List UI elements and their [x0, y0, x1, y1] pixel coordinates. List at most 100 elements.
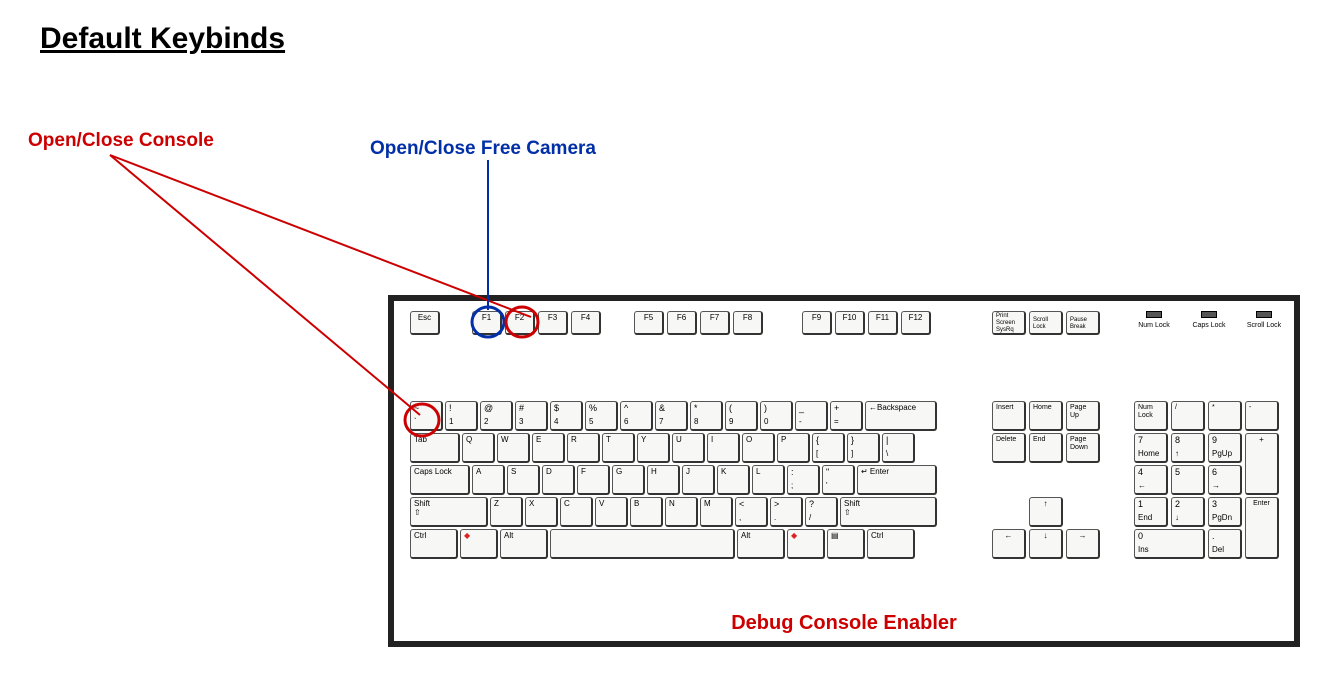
key-f5: F5: [634, 311, 664, 335]
key-shift-left: Shift⇧: [410, 497, 488, 527]
key-f7: F7: [700, 311, 730, 335]
key-punct-0: <,: [735, 497, 768, 527]
key-np-r2-1: 8↑: [1171, 433, 1205, 463]
key-f4: F4: [571, 311, 601, 335]
footer-caption: Debug Console Enabler: [394, 612, 1294, 635]
key-bottom-5: ◆: [787, 529, 825, 559]
key-num-4: $4: [550, 401, 583, 431]
key-np-enter: Enter: [1245, 497, 1279, 559]
key-f1: F1: [472, 311, 502, 335]
key-punct-2: ?/: [805, 497, 838, 527]
key-num-12: +=: [830, 401, 863, 431]
key-f2: F2: [505, 311, 535, 335]
key-x: X: [525, 497, 558, 527]
key-z: Z: [490, 497, 523, 527]
key-bracket-2: |\: [882, 433, 915, 463]
key-c: C: [560, 497, 593, 527]
key-sys-0: PrintScreenSysRq: [992, 311, 1026, 335]
key-np-r3-2: 6→: [1208, 465, 1242, 495]
page-title: Default Keybinds: [40, 22, 285, 56]
key-semi-0: :;: [787, 465, 820, 495]
key-punct-1: >.: [770, 497, 803, 527]
key-num-8: *8: [690, 401, 723, 431]
key-np-r1-0: Num Lock: [1134, 401, 1168, 431]
key-o: O: [742, 433, 775, 463]
key-num-6: ^6: [620, 401, 653, 431]
key-bracket-1: }]: [847, 433, 880, 463]
key-w: W: [497, 433, 530, 463]
key-np-0: 0Ins: [1134, 529, 1205, 559]
key-num-2: @2: [480, 401, 513, 431]
key-num-10: )0: [760, 401, 793, 431]
key-p: P: [777, 433, 810, 463]
key-np-r4-2: 3PgDn: [1208, 497, 1242, 527]
key-np-r1-2: *: [1208, 401, 1242, 431]
key-bottom-4: Alt: [737, 529, 785, 559]
key-f8: F8: [733, 311, 763, 335]
key-num-11: _-: [795, 401, 828, 431]
key-delete: Delete: [992, 433, 1026, 463]
key-arrow-down: ↓: [1029, 529, 1063, 559]
key-sys-2: PauseBreak: [1066, 311, 1100, 335]
key-bottom-2: Alt: [500, 529, 548, 559]
key-f9: F9: [802, 311, 832, 335]
key-d: D: [542, 465, 575, 495]
key-arrow-up: ↑: [1029, 497, 1063, 527]
key-tab: Tab: [410, 433, 460, 463]
key-f: F: [577, 465, 610, 495]
key-bottom-1: ◆: [460, 529, 498, 559]
key-j: J: [682, 465, 715, 495]
key-g: G: [612, 465, 645, 495]
key-capslock: Caps Lock: [410, 465, 470, 495]
key-v: V: [595, 497, 628, 527]
key-bracket-0: {[: [812, 433, 845, 463]
key-end: End: [1029, 433, 1063, 463]
key-np-plus: +: [1245, 433, 1279, 495]
key-r: R: [567, 433, 600, 463]
keyboard-frame: Debug Console Enabler EscF1F2F3F4F5F6F7F…: [388, 295, 1300, 647]
key-m: M: [700, 497, 733, 527]
key-e: E: [532, 433, 565, 463]
key-np-r4-0: 1End: [1134, 497, 1168, 527]
key-page-up: PageUp: [1066, 401, 1100, 431]
key-f6: F6: [667, 311, 697, 335]
key-y: Y: [637, 433, 670, 463]
key-num-1: !1: [445, 401, 478, 431]
indicator-scroll-lock: Scroll Lock: [1244, 311, 1284, 330]
key-np-r1-3: -: [1245, 401, 1279, 431]
label-open-close-console: Open/Close Console: [28, 130, 214, 152]
key-num-5: %5: [585, 401, 618, 431]
key-esc: Esc: [410, 311, 440, 335]
key-semi-1: "': [822, 465, 855, 495]
key-page-down: PageDown: [1066, 433, 1100, 463]
key-np-r4-1: 2↓: [1171, 497, 1205, 527]
indicator-caps-lock: Caps Lock: [1189, 311, 1229, 330]
key-bottom-0: Ctrl: [410, 529, 458, 559]
key-np-dot: .Del: [1208, 529, 1242, 559]
key-np-r2-2: 9PgUp: [1208, 433, 1242, 463]
label-open-close-camera: Open/Close Free Camera: [370, 138, 596, 160]
key-home: Home: [1029, 401, 1063, 431]
key-np-r1-1: /: [1171, 401, 1205, 431]
key-bottom-3: [550, 529, 735, 559]
indicator-num-lock: Num Lock: [1134, 311, 1174, 330]
key-shift-right: Shift⇧: [840, 497, 937, 527]
key-bottom-7: Ctrl: [867, 529, 915, 559]
key-l: L: [752, 465, 785, 495]
key-f10: F10: [835, 311, 865, 335]
key-num-9: (9: [725, 401, 758, 431]
key-k: K: [717, 465, 750, 495]
key-f12: F12: [901, 311, 931, 335]
key-u: U: [672, 433, 705, 463]
key-np-r2-0: 7Home: [1134, 433, 1168, 463]
key-num-3: #3: [515, 401, 548, 431]
key-s: S: [507, 465, 540, 495]
key-arrow-left: ←: [992, 529, 1026, 559]
key-q: Q: [462, 433, 495, 463]
key-t: T: [602, 433, 635, 463]
key-f11: F11: [868, 311, 898, 335]
key-num-7: &7: [655, 401, 688, 431]
key-backspace: ←Backspace: [865, 401, 937, 431]
key-np-r3-1: 5: [1171, 465, 1205, 495]
key-arrow-right: →: [1066, 529, 1100, 559]
